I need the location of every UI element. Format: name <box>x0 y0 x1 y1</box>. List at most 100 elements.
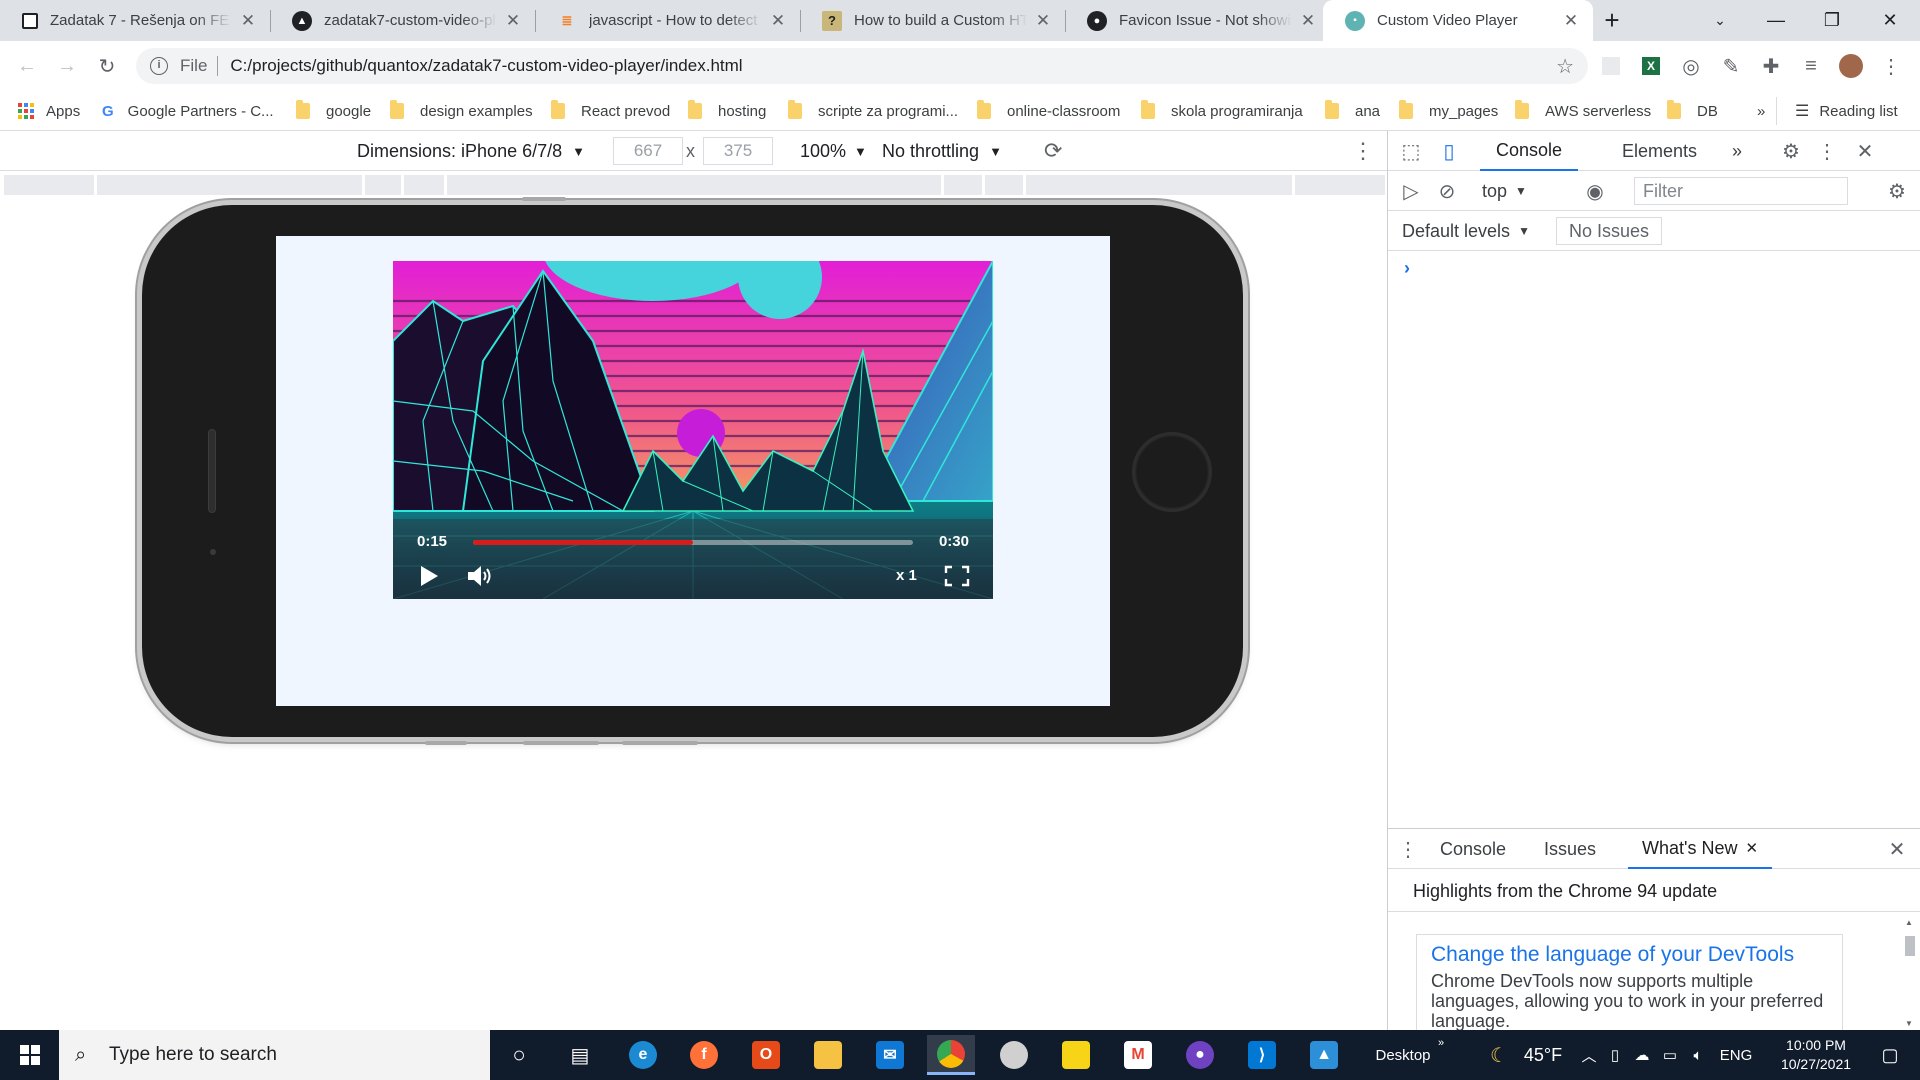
filter-input[interactable]: Filter <box>1634 177 1848 205</box>
cloud-icon[interactable]: ☁ <box>1630 1030 1654 1080</box>
extension-icon[interactable]: ◎ <box>1674 49 1708 83</box>
scroll-down-icon[interactable]: ▼ <box>1905 1019 1913 1028</box>
scrollbar-thumb[interactable] <box>1905 936 1915 956</box>
language-indicator[interactable]: ENG <box>1716 1030 1756 1080</box>
context-select[interactable]: top ▼ <box>1482 171 1527 211</box>
inspect-element-icon[interactable]: ⬚ <box>1396 137 1426 165</box>
chrome-app-icon[interactable] <box>927 1035 975 1075</box>
battery-icon[interactable]: ▭ <box>1658 1030 1682 1080</box>
back-icon[interactable]: ← <box>10 49 44 83</box>
progress-bar[interactable] <box>473 540 913 545</box>
firefox-app-icon[interactable]: f <box>680 1035 728 1075</box>
bookmark-folder[interactable]: skola programiranja <box>1141 91 1303 131</box>
ruler-segment[interactable] <box>447 175 941 195</box>
device-icon[interactable]: ▯ <box>1604 1030 1626 1080</box>
ruler-segment[interactable] <box>365 175 401 195</box>
address-bar[interactable]: i File C:/projects/github/quantox/zadata… <box>136 48 1588 84</box>
menu-icon[interactable]: ⋮ <box>1874 49 1908 83</box>
tab-console[interactable]: Console <box>1480 131 1579 171</box>
restore-icon[interactable]: ❐ <box>1804 0 1860 41</box>
bookmark-folder[interactable]: online-classroom <box>977 91 1120 131</box>
more-options-icon[interactable]: ⋮ <box>1812 137 1842 165</box>
mail-app-icon[interactable]: ✉ <box>866 1035 914 1075</box>
github-desktop-app-icon[interactable]: ● <box>1176 1035 1224 1075</box>
tab-5[interactable]: ● Favicon Issue - Not showin ✕ <box>1065 0 1330 41</box>
bookmark-folder[interactable]: ana <box>1325 91 1380 131</box>
close-icon[interactable]: ✕ <box>768 11 788 31</box>
width-input[interactable]: 667 <box>613 137 683 165</box>
eye-icon[interactable]: ◉ <box>1578 177 1612 205</box>
more-options-icon[interactable]: ⋮ <box>1352 131 1374 171</box>
console-settings-gear-icon[interactable]: ⚙ <box>1882 177 1912 205</box>
speaker-icon[interactable]: 🔈︎ <box>1686 1030 1710 1080</box>
paint-app-icon[interactable] <box>990 1035 1038 1075</box>
card-title[interactable]: Change the language of your DevTools <box>1431 943 1828 967</box>
bookmark-folder[interactable]: my_pages <box>1399 91 1498 131</box>
bookmark-folder[interactable]: scripte za programi... <box>788 91 958 131</box>
close-drawer-icon[interactable]: ✕ <box>1882 835 1912 863</box>
vscode-app-icon[interactable]: ⟩ <box>1238 1035 1286 1075</box>
drawer-tab-issues[interactable]: Issues <box>1544 829 1596 869</box>
extension-icon[interactable] <box>1594 49 1628 83</box>
bookmark-folder[interactable]: design examples <box>390 91 533 131</box>
notifications-icon[interactable]: ▢ <box>1868 1030 1912 1080</box>
tab-3[interactable]: ≣ javascript - How to detect e ✕ <box>535 0 800 41</box>
rotate-icon[interactable]: ⟳ <box>1044 131 1062 171</box>
issues-button[interactable]: No Issues <box>1556 217 1662 245</box>
tab-elements[interactable]: Elements <box>1606 131 1713 171</box>
throttling-select[interactable]: No throttling ▼ <box>882 131 1002 171</box>
bookmark-folder[interactable]: AWS serverless <box>1515 91 1651 131</box>
device-toggle-icon[interactable]: ▯ <box>1434 137 1464 165</box>
clear-console-icon[interactable]: ⊘ <box>1432 177 1462 205</box>
bookmark-google-partners[interactable]: G Google Partners - C... <box>102 91 274 131</box>
device-select[interactable]: Dimensions: iPhone 6/7/8 ▼ <box>357 131 585 171</box>
tab-search-icon[interactable]: ⌄ <box>1692 0 1748 41</box>
tab-active[interactable]: ▪ Custom Video Player ✕ <box>1323 0 1593 41</box>
whats-new-card[interactable]: Change the language of your DevTools Chr… <box>1416 934 1843 1032</box>
puzzle-extensions-icon[interactable]: ✚ <box>1754 49 1788 83</box>
ruler-segment[interactable] <box>944 175 982 195</box>
scrollbar[interactable]: ▲ ▼ <box>1905 918 1915 1028</box>
task-view-icon[interactable]: ▤ <box>555 1030 605 1080</box>
close-icon[interactable]: ✕ <box>238 11 258 31</box>
new-tab-button[interactable]: + <box>1584 0 1640 41</box>
close-icon[interactable]: ✕ <box>1033 11 1053 31</box>
fullscreen-icon[interactable] <box>944 565 970 587</box>
bookmark-folder[interactable]: google <box>296 91 371 131</box>
drawer-menu-icon[interactable]: ⋮ <box>1396 835 1420 863</box>
play-icon[interactable] <box>419 565 439 587</box>
ruler-segment[interactable] <box>97 175 362 195</box>
gmail-app-icon[interactable]: M <box>1114 1035 1162 1075</box>
file-explorer-app-icon[interactable] <box>804 1035 852 1075</box>
volume-icon[interactable] <box>467 565 497 587</box>
taskbar-search[interactable]: ⌕ Type here to search <box>59 1030 490 1080</box>
zoom-select[interactable]: 100% ▼ <box>800 131 867 171</box>
scroll-up-icon[interactable]: ▲ <box>1905 918 1913 927</box>
sticky-notes-app-icon[interactable] <box>1052 1035 1100 1075</box>
start-button[interactable] <box>0 1030 59 1080</box>
desktop-toolbar-chevron-icon[interactable]: » <box>1434 1018 1448 1068</box>
reading-list-button[interactable]: ☰ Reading list <box>1776 97 1898 125</box>
close-window-icon[interactable]: ✕ <box>1862 0 1918 41</box>
ruler-segment[interactable] <box>4 175 94 195</box>
media-control-icon[interactable]: ≡ <box>1794 49 1828 83</box>
tab-1[interactable]: Zadatak 7 - Rešenja on FE P ✕ <box>0 0 270 41</box>
url-text[interactable]: C:/projects/github/quantox/zadatak7-cust… <box>230 56 742 76</box>
close-devtools-icon[interactable]: ✕ <box>1850 137 1880 165</box>
clock[interactable]: 10:00 PM 10/27/2021 <box>1768 1030 1864 1080</box>
tab-4[interactable]: ? How to build a Custom HTM ✕ <box>800 0 1065 41</box>
ruler-segment[interactable] <box>1026 175 1292 195</box>
bookmark-folder[interactable]: DB <box>1667 91 1718 131</box>
avatar[interactable] <box>1834 49 1868 83</box>
more-tabs-button[interactable]: » <box>1722 131 1752 171</box>
weather-widget[interactable]: 45°F <box>1518 1030 1568 1080</box>
playback-speed-button[interactable]: x 1 <box>896 567 917 584</box>
desktop-toolbar[interactable]: Desktop <box>1372 1030 1434 1080</box>
ruler-segment[interactable] <box>404 175 444 195</box>
ruler-segment[interactable] <box>985 175 1023 195</box>
drawer-tab-whats-new[interactable]: What's New ✕ <box>1628 829 1773 869</box>
bookmark-folder[interactable]: hosting <box>688 91 766 131</box>
reload-icon[interactable]: ↻ <box>90 49 124 83</box>
custom-video-player[interactable]: 0:15 0:30 x 1 <box>393 261 993 599</box>
close-icon[interactable]: ✕ <box>1298 11 1318 31</box>
